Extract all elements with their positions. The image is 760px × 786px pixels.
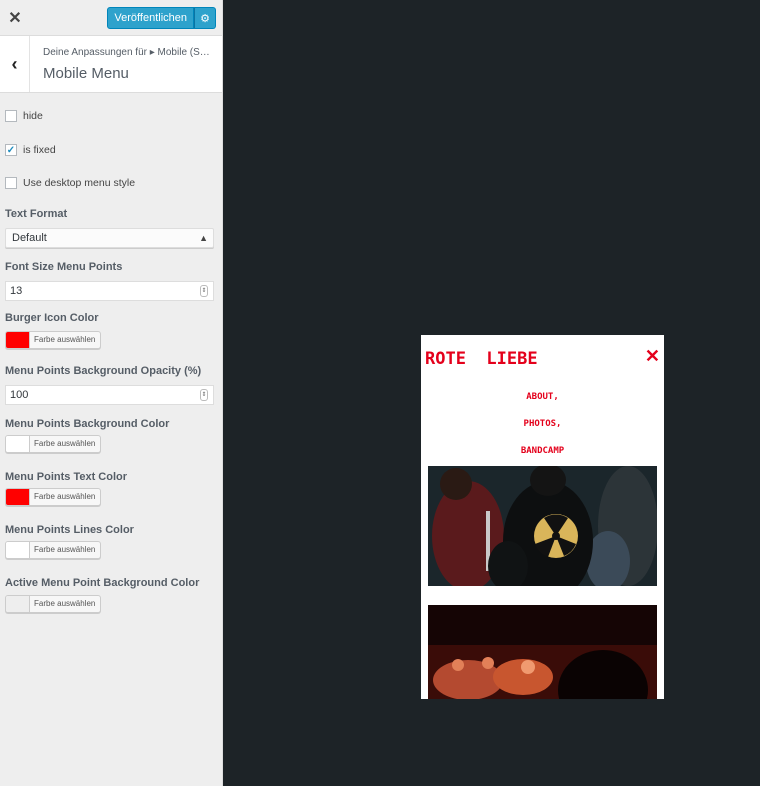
font-size-value: 13: [10, 285, 23, 297]
publish-group: Veröffentlichen ⚙: [107, 7, 216, 29]
active-bg-color-picker[interactable]: Farbe auswählen: [5, 595, 102, 613]
close-icon[interactable]: ✕: [645, 346, 660, 367]
font-size-label: Font Size Menu Points: [5, 261, 123, 273]
text-color-picker[interactable]: Farbe auswählen: [5, 488, 102, 506]
text-color-button-label: Farbe auswählen: [34, 492, 96, 501]
text-color-label: Menu Points Text Color: [5, 471, 128, 483]
text-format-select[interactable]: Default ▲: [5, 228, 214, 248]
desktop-style-label: Use desktop menu style: [23, 177, 136, 189]
hide-checkbox[interactable]: [5, 110, 17, 122]
customizer-sidebar: ✕ Veröffentlichen ⚙ ‹ Deine Anpassungen …: [0, 0, 223, 786]
bg-opacity-label: Menu Points Background Opacity (%): [5, 365, 202, 377]
select-arrows-icon: ▲: [199, 233, 208, 243]
photo-concert-image: [428, 605, 657, 699]
menu-item-photos[interactable]: PHOTOS,: [421, 419, 664, 429]
customizer-header: ✕ Veröffentlichen ⚙: [0, 0, 222, 36]
gear-icon[interactable]: ⚙: [194, 7, 216, 29]
burger-color-swatch: [6, 332, 30, 348]
photo-concert-crowd[interactable]: [428, 605, 657, 699]
spinner-icon[interactable]: ⇕: [200, 389, 208, 401]
menu-item-bandcamp[interactable]: BANDCAMP: [421, 446, 664, 456]
is-fixed-label: is fixed: [23, 144, 56, 156]
bg-color-picker[interactable]: Farbe auswählen: [5, 435, 102, 453]
photo-crowd-image: [428, 466, 657, 586]
publish-button[interactable]: Veröffentlichen: [107, 7, 194, 29]
hide-label: hide: [23, 110, 43, 122]
spinner-icon[interactable]: ⇕: [200, 285, 208, 297]
bg-opacity-value: 100: [10, 389, 29, 401]
lines-color-button-label: Farbe auswählen: [34, 545, 96, 554]
bg-color-label: Menu Points Background Color: [5, 418, 170, 430]
photo-crowd-radiation-jacket[interactable]: [428, 466, 657, 586]
bg-color-button-label: Farbe auswählen: [34, 439, 96, 448]
text-color-swatch: [6, 489, 30, 505]
lines-color-swatch: [6, 542, 30, 558]
is-fixed-row: ✓ is fixed: [5, 142, 56, 158]
burger-color-picker[interactable]: Farbe auswählen: [5, 331, 102, 349]
active-bg-color-label: Active Menu Point Background Color: [5, 577, 200, 589]
section-header: ‹ Deine Anpassungen für ▸ Mobile (S… Mob…: [0, 36, 222, 93]
text-format-label: Text Format: [5, 208, 68, 220]
lines-color-label: Menu Points Lines Color: [5, 524, 134, 536]
menu-item-about[interactable]: ABOUT,: [421, 392, 664, 402]
hide-row: hide: [5, 108, 43, 124]
font-size-input[interactable]: 13 ⇕: [5, 281, 214, 301]
active-bg-color-swatch: [6, 596, 30, 612]
back-chevron-icon[interactable]: ‹: [0, 36, 30, 92]
bg-color-swatch: [6, 436, 30, 452]
desktop-style-checkbox[interactable]: [5, 177, 17, 189]
close-icon[interactable]: ✕: [0, 0, 30, 36]
preview-pane: ROTE LIEBE ✕ ABOUT, PHOTOS, BANDCAMP: [224, 0, 760, 786]
burger-color-button-label: Farbe auswählen: [34, 335, 96, 344]
lines-color-picker[interactable]: Farbe auswählen: [5, 541, 102, 559]
breadcrumb: Deine Anpassungen für ▸ Mobile (S…: [43, 47, 210, 58]
active-bg-color-button-label: Farbe auswählen: [34, 599, 96, 608]
is-fixed-checkbox[interactable]: ✓: [5, 144, 17, 156]
section-title: Mobile Menu: [43, 65, 129, 82]
burger-color-label: Burger Icon Color: [5, 312, 99, 324]
bg-opacity-input[interactable]: 100 ⇕: [5, 385, 214, 405]
mobile-preview: ROTE LIEBE ✕ ABOUT, PHOTOS, BANDCAMP: [421, 335, 664, 699]
site-logo[interactable]: ROTE LIEBE: [425, 349, 538, 369]
desktop-style-row: Use desktop menu style: [5, 175, 135, 191]
text-format-value: Default: [12, 232, 47, 244]
